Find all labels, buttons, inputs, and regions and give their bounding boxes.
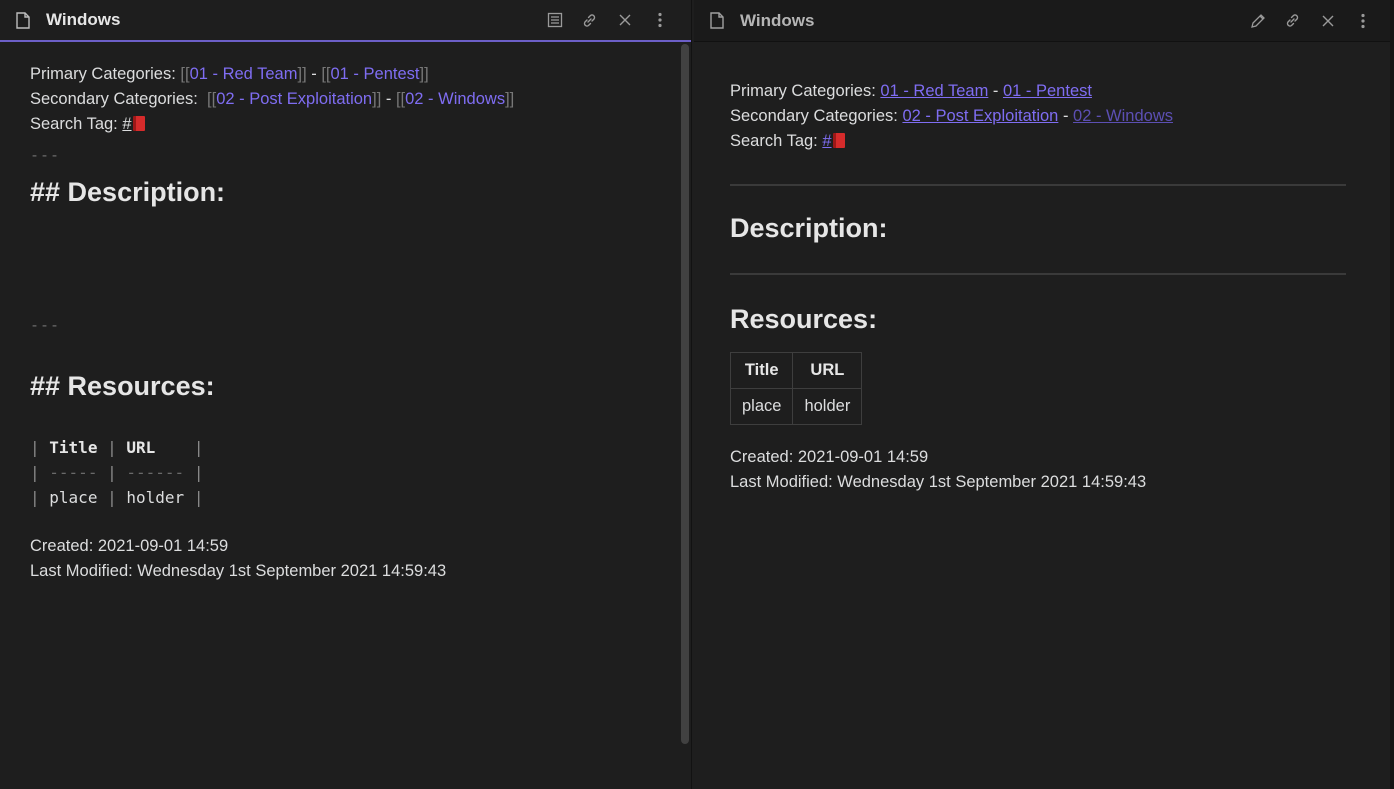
edit-icon[interactable] — [1240, 9, 1275, 33]
red-book-icon — [832, 133, 845, 148]
right-preview-pane[interactable]: Windows Primary Categories: 01 - Red Tea… — [694, 0, 1394, 789]
scrollbar[interactable] — [681, 44, 689, 744]
close-icon[interactable] — [1310, 9, 1345, 33]
description-heading: ## Description: — [30, 177, 226, 207]
more-options-icon[interactable] — [1345, 9, 1380, 33]
editor-content[interactable]: Primary Categories: [[01 - Red Team]] - … — [30, 62, 671, 584]
search-tag[interactable]: # — [822, 132, 845, 150]
left-pane-header: Windows — [0, 0, 691, 42]
primary-link-red-team[interactable]: 01 - Red Team — [190, 65, 298, 83]
horizontal-rule — [730, 273, 1346, 275]
secondary-categories-line: Secondary Categories: [[02 - Post Exploi… — [30, 90, 515, 108]
left-editor-pane[interactable]: Windows Primary Categories: [[01 - Red T… — [0, 0, 692, 789]
link-icon[interactable] — [1275, 9, 1310, 33]
pane-edge — [1390, 0, 1394, 789]
more-options-icon[interactable] — [642, 8, 677, 32]
search-tag-line: Search Tag: # — [30, 112, 671, 137]
modified-line: Last Modified: Wednesday 1st September 2… — [730, 473, 1147, 491]
description-heading: Description: — [730, 213, 888, 243]
pane-title: Windows — [46, 10, 121, 29]
right-pane-header: Windows — [694, 0, 1394, 42]
link-icon[interactable] — [572, 8, 607, 32]
table-cell: holder — [792, 388, 863, 425]
secondary-categories-line: Secondary Categories: 02 - Post Exploita… — [730, 107, 1173, 125]
pane-title: Windows — [740, 10, 815, 30]
resources-table: Title URL place holder — [729, 352, 863, 425]
table-header-row: Title URL — [729, 352, 863, 389]
resources-heading: ## Resources: — [30, 371, 215, 401]
resources-heading: Resources: — [730, 304, 878, 334]
search-tag[interactable]: # — [122, 115, 145, 133]
secondary-link-windows[interactable]: 02 - Windows — [405, 90, 505, 108]
table-source: | Title | URL | | ----- | ------ | | pla… — [30, 438, 204, 507]
primary-categories-line: Primary Categories: 01 - Red Team - 01 -… — [730, 82, 1092, 100]
secondary-link-post-exploitation[interactable]: 02 - Post Exploitation — [216, 90, 372, 108]
table-cell: place — [729, 388, 794, 425]
table-row: place holder — [729, 388, 863, 425]
horizontal-rule-source: --- — [30, 146, 61, 164]
primary-link-red-team[interactable]: 01 - Red Team — [880, 82, 988, 100]
horizontal-rule-source: --- — [30, 316, 61, 334]
file-icon — [708, 12, 726, 30]
created-line: Created: 2021-09-01 14:59 — [30, 537, 229, 555]
primary-link-pentest[interactable]: 01 - Pentest — [331, 65, 420, 83]
red-book-icon — [132, 116, 145, 131]
horizontal-rule — [730, 184, 1346, 186]
secondary-link-windows[interactable]: 02 - Windows — [1073, 107, 1173, 125]
file-icon — [14, 11, 32, 29]
created-line: Created: 2021-09-01 14:59 — [730, 448, 929, 466]
primary-categories-line: Primary Categories: [[01 - Red Team]] - … — [30, 65, 429, 83]
preview-content: Primary Categories: 01 - Red Team - 01 -… — [729, 79, 1346, 495]
search-tag-line: Search Tag: # — [730, 129, 1346, 154]
table-header-cell: URL — [792, 352, 863, 389]
close-icon[interactable] — [607, 8, 642, 32]
reading-view-icon[interactable] — [537, 8, 572, 32]
modified-line: Last Modified: Wednesday 1st September 2… — [30, 562, 447, 580]
primary-link-pentest[interactable]: 01 - Pentest — [1003, 82, 1092, 100]
secondary-link-post-exploitation[interactable]: 02 - Post Exploitation — [902, 107, 1058, 125]
table-header-cell: Title — [729, 352, 794, 389]
